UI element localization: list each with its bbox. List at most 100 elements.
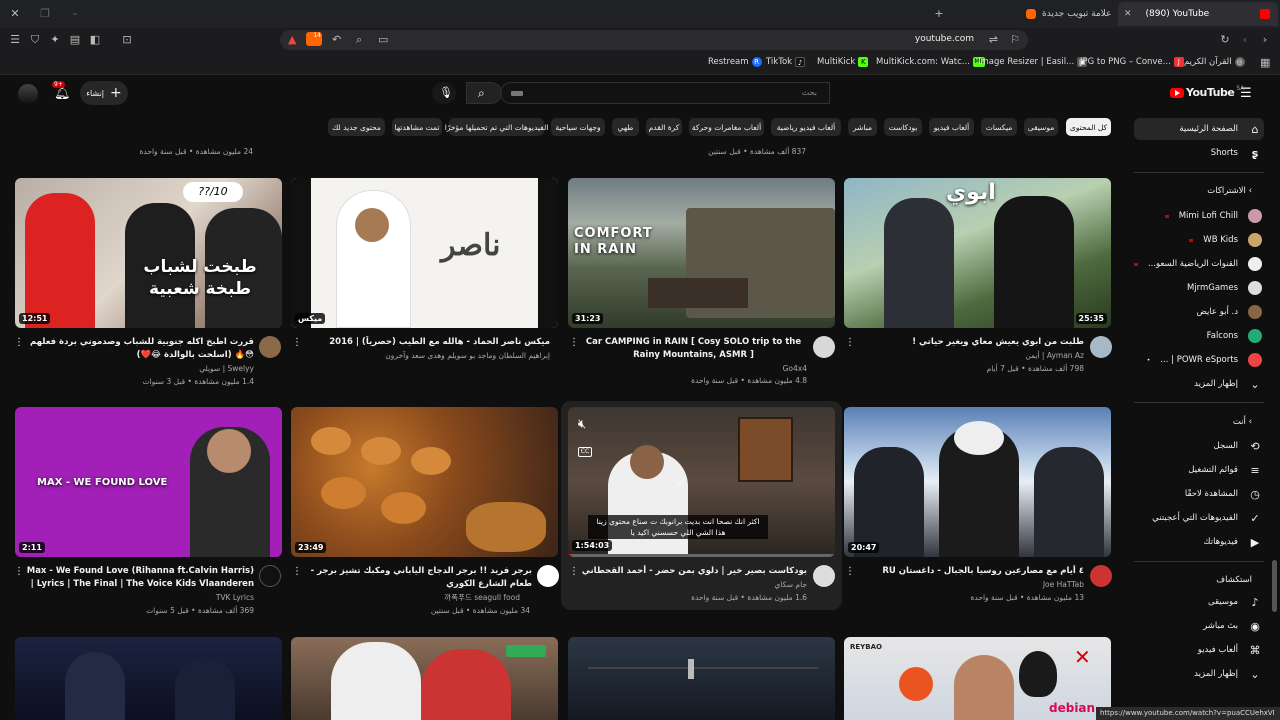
chip-all[interactable]: كل المحتوى <box>1066 118 1111 136</box>
channel-name[interactable]: TVK Lyrics <box>24 592 254 604</box>
channel-name[interactable]: Swelyy | سويلي <box>24 363 254 375</box>
bookmarks-folder-icon[interactable]: ▦ <box>1260 56 1270 69</box>
chip-destinations[interactable]: وجهات سياحية <box>551 118 605 136</box>
chip-mixes[interactable]: ميكسات <box>981 118 1017 136</box>
sidebar-sub-4[interactable]: د. أبو عايض <box>1197 301 1262 323</box>
channel-avatar[interactable] <box>259 336 281 358</box>
bookmark-jpg-to-png[interactable]: JPG to PNG – Conve... J <box>1080 57 1184 67</box>
sidebar-sub-1[interactable]: WB Kids <box>1189 229 1262 251</box>
more-options-icon[interactable]: ⋮ <box>14 337 24 348</box>
video-title[interactable]: طلبت من ابوي يعيش معاي ويغير حياتي ! <box>856 336 1084 349</box>
video-title[interactable]: ميكس ناصر الحماد - هالله مع الطيب (حصريا… <box>300 336 550 349</box>
video-thumbnail[interactable]: REYBAO ✕ debian <box>844 637 1111 720</box>
scrollbar-thumb[interactable] <box>1272 560 1277 612</box>
bookmark-multikick-com[interactable]: MultiKick.com: Watc... MK <box>876 57 985 67</box>
chip-podcasts[interactable]: بودكاست <box>884 118 922 136</box>
tab-new-tab[interactable]: علامة تبويب جديدة <box>1020 2 1120 26</box>
video-title[interactable]: قررت اطبخ اكله جنوبية للشباب وصدموني برد… <box>24 336 254 362</box>
search-small-icon[interactable]: ⌕ <box>356 33 362 47</box>
channel-avatar[interactable] <box>259 565 281 587</box>
youtube-logo[interactable]: YouTube SA <box>1170 85 1244 99</box>
more-options-icon[interactable]: ⋮ <box>845 337 855 348</box>
screenshot-icon[interactable]: ⊡ <box>120 33 134 46</box>
bookmark-restream[interactable]: Restream R <box>708 57 762 67</box>
tab-youtube[interactable]: ✕ (890) YouTube <box>1118 2 1278 26</box>
sidebar-toggle-icon[interactable]: ◧ <box>88 33 102 46</box>
sidebar-item-live[interactable]: ◉ بث مباشر <box>1203 615 1262 637</box>
tab-close-icon[interactable]: ✕ <box>1124 9 1132 19</box>
channel-avatar[interactable] <box>537 565 559 587</box>
address-bar[interactable]: ▲ 14 ↶ ⌕ ▭ youtube.com ⇌ ⚐ <box>280 30 1028 50</box>
video-thumbnail[interactable] <box>568 637 835 720</box>
channel-name[interactable]: Go4x4 <box>580 363 807 375</box>
video-title[interactable]: بودكاست بصير خير | دلوي بمن حضر - أحمد ا… <box>580 565 807 578</box>
more-options-icon[interactable]: ⋮ <box>14 566 24 577</box>
wallet-icon[interactable]: ✦ <box>48 33 62 46</box>
notifications-button[interactable]: 🔔︎ 9+ <box>52 81 71 102</box>
cast-icon[interactable]: ▭ <box>378 33 388 46</box>
restore-window-icon[interactable]: ❐ <box>38 6 52 20</box>
sidebar-item-music[interactable]: ♪ موسيقى <box>1208 591 1262 613</box>
sidebar-item-playlists[interactable]: ≡ قوائم التشغيل <box>1188 459 1262 481</box>
channel-avatar[interactable] <box>813 336 835 358</box>
chip-action-games[interactable]: ألعاب مغامرات وحركة <box>689 118 764 136</box>
bookmark-image-resizer[interactable]: Image Resizer | Easil... ▣ <box>978 57 1088 67</box>
video-thumbnail[interactable] <box>15 637 282 720</box>
chip-live[interactable]: مباشر <box>848 118 877 136</box>
close-window-icon[interactable]: ✕ <box>8 6 22 20</box>
new-tab-icon[interactable]: + <box>932 6 946 20</box>
video-thumbnail[interactable]: MAX - WE FOUND LOVE 2:11 <box>15 407 282 557</box>
channel-name[interactable]: جام سكاي <box>580 579 807 591</box>
brave-shield-icon[interactable]: 14 <box>306 32 322 46</box>
chip-games[interactable]: ألعاب فيديو <box>929 118 974 136</box>
sidebar-item-shorts[interactable]: ʂ Shorts <box>1211 142 1262 164</box>
channel-name[interactable]: Ayman Az | أيمن <box>860 350 1084 362</box>
video-title[interactable]: Car CAMPING in RAIN [ Cosy SOLO trip to … <box>580 336 807 362</box>
brave-rewards-icon[interactable]: ▲ <box>288 33 296 46</box>
chip-cooking[interactable]: طهي <box>612 118 639 136</box>
site-settings-icon[interactable]: ⇌ <box>989 33 998 46</box>
mute-icon[interactable]: 🔇︎ <box>578 417 586 432</box>
sidebar-item-home[interactable]: ⌂ الصفحة الرئيسية <box>1179 118 1262 140</box>
chip-recent-uploads[interactable]: الفيديوهات التي تم تحميلها مؤخرًا <box>445 118 548 136</box>
voice-search-button[interactable]: 🎙 <box>432 82 456 104</box>
reload-icon[interactable]: ↻ <box>1218 33 1232 46</box>
chip-sports-games[interactable]: ألعاب فيديو رياضية <box>771 118 841 136</box>
video-title[interactable]: ٤ أيام مع مصارعين روسيا بالجبال - داغستا… <box>856 565 1084 578</box>
chip-music[interactable]: موسيقى <box>1024 118 1058 136</box>
sidebar-show-more-subs[interactable]: ⌄ إظهار المزيد <box>1194 373 1262 395</box>
more-options-icon[interactable]: ⋮ <box>845 566 855 577</box>
sidebar-item-your-videos[interactable]: ▶ فيديوهاتك <box>1204 531 1262 553</box>
video-thumbnail[interactable]: 23:49 <box>291 407 558 557</box>
minimize-window-icon[interactable]: – <box>68 6 82 20</box>
search-input[interactable]: بحث <box>500 82 830 104</box>
undo-icon[interactable]: ↶ <box>332 33 341 46</box>
chip-watched[interactable]: تمت مشاهدتها <box>392 118 442 136</box>
bookmark-quran[interactable]: القرآن الكريم ◎ <box>1184 57 1245 67</box>
more-options-icon[interactable]: ⋮ <box>292 337 302 348</box>
you-header[interactable]: أنت ‹ <box>1233 417 1252 427</box>
sidebar-sub-5[interactable]: Falcons <box>1207 325 1262 347</box>
more-options-icon[interactable]: ⋮ <box>569 337 579 348</box>
keyboard-icon[interactable] <box>511 91 523 96</box>
subscriptions-header[interactable]: الاشتراكات ‹ <box>1207 186 1252 196</box>
sidebar-show-more-explore[interactable]: ⌄ إظهار المزيد <box>1194 663 1262 685</box>
back-icon[interactable]: ‹ <box>1238 33 1252 46</box>
chip-new-for-you[interactable]: محتوى جديد لك <box>328 118 385 136</box>
sidebar-sub-2[interactable]: القنوات الرياضية السعو... <box>1133 253 1262 275</box>
bookmark-icon[interactable]: ⚐ <box>1010 33 1020 46</box>
video-thumbnail[interactable]: ناصر ميكس <box>291 178 558 328</box>
sidebar-sub-0[interactable]: Mimi Lofi Chill <box>1164 205 1262 227</box>
menu-icon[interactable]: ☰ <box>8 33 22 46</box>
channel-avatar[interactable] <box>813 565 835 587</box>
sidebar-sub-3[interactable]: MjrmGames <box>1187 277 1262 299</box>
sidebar-sub-6[interactable]: POWR eSports | ... • <box>1147 349 1262 371</box>
shield-outline-icon[interactable]: ⛉ <box>28 33 42 47</box>
sidebar-item-liked[interactable]: ✓ الفيديوهات التي أعجبتني <box>1152 507 1262 529</box>
more-options-icon[interactable]: ⋮ <box>569 566 579 577</box>
channel-name[interactable]: Joe HaTTab <box>860 579 1084 591</box>
sidebar-item-history[interactable]: ⟲ السجل <box>1214 435 1262 457</box>
video-title[interactable]: Max - We Found Love (Rihanna ft.Calvin H… <box>24 565 254 591</box>
chip-football[interactable]: كرة القدم <box>646 118 682 136</box>
bookmark-tiktok[interactable]: TikTok ♪ <box>766 57 806 67</box>
